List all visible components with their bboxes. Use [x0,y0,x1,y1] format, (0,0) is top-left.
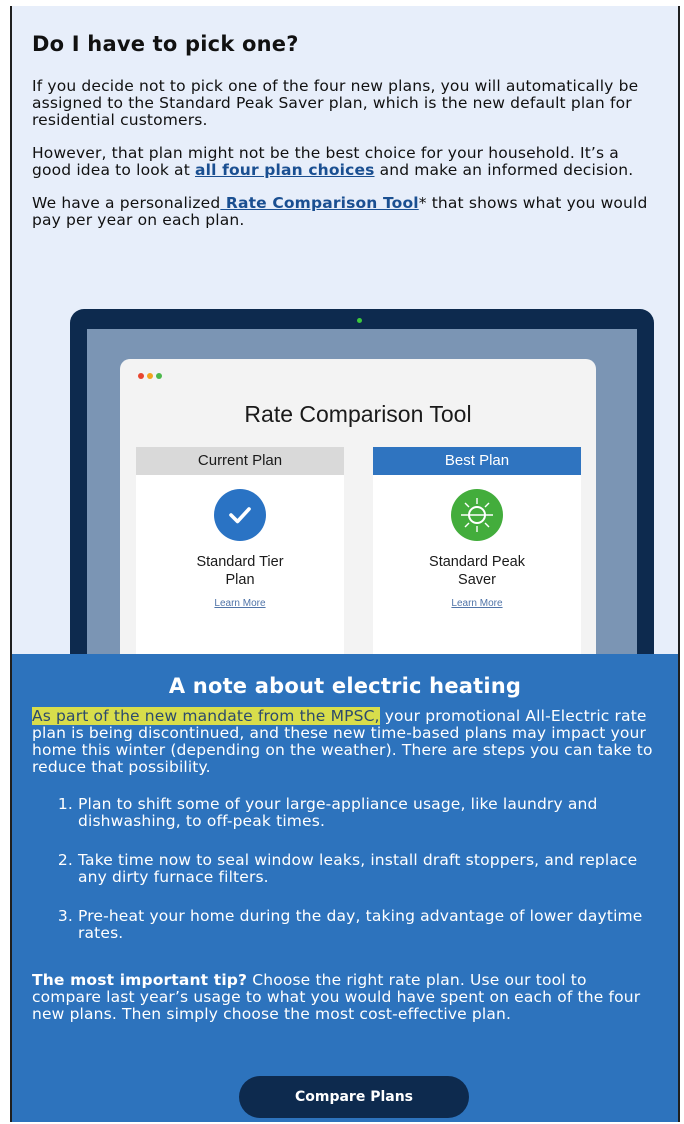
intro-paragraph-tool: We have a personalized Rate Comparison T… [32,195,658,229]
note-paragraph: As part of the new mandate from the MPSC… [32,707,658,776]
current-plan-name: Standard Tier Plan [136,553,344,589]
tool-window: Rate Comparison Tool Current Plan Standa… [120,359,596,687]
minimize-dot [147,373,153,379]
sun-snowflake-icon [451,489,503,541]
intro-paragraph-best-choice: However, that plan might not be the best… [32,145,658,179]
tips-list: Plan to shift some of your large-applian… [32,796,658,942]
list-item: Take time now to seal window leaks, inst… [78,852,658,886]
best-plan-card: Best Plan Standard Peak Saver Learn More [373,447,581,687]
email-content: Do I have to pick one? If you decide not… [10,6,680,1122]
para3-text: We have a personalized [32,194,221,212]
list-item: Plan to shift some of your large-applian… [78,796,658,830]
webcam-light [357,318,362,323]
all-plans-link[interactable]: all four plan choices [195,161,375,179]
checkmark-icon [214,489,266,541]
intro-paragraph-default-plan: If you decide not to pick one of the fou… [32,77,639,129]
best-plan-name-line2: Saver [458,572,496,588]
intro-section: Do I have to pick one? If you decide not… [12,6,678,229]
best-plan-name-line1: Standard Peak [429,554,525,570]
list-item: Pre-heat your home during the day, takin… [78,908,658,942]
current-plan-card: Current Plan Standard Tier Plan Learn Mo… [136,447,344,687]
rate-comparison-tool-link[interactable]: Rate Comparison Tool [220,194,419,212]
important-tip: The most important tip? Choose the right… [32,972,658,1023]
best-plan-learn-more-link[interactable]: Learn More [373,598,581,609]
electric-heating-note: A note about electric heating As part of… [12,654,678,1122]
close-dot [138,373,144,379]
intro-heading: Do I have to pick one? [32,32,299,56]
laptop-illustration: Rate Comparison Tool Current Plan Standa… [70,309,654,687]
maximize-dot [156,373,162,379]
tip-label: The most important tip? [32,971,248,989]
current-plan-learn-more-link[interactable]: Learn More [136,598,344,609]
tool-window-title: Rate Comparison Tool [244,401,472,427]
para2-text-end: and make an informed decision. [374,161,634,179]
current-plan-name-line2: Plan [225,572,255,588]
current-plan-header: Current Plan [136,447,344,475]
best-plan-header: Best Plan [373,447,581,475]
current-plan-name-line1: Standard Tier [196,554,284,570]
highlighted-text: As part of the new mandate from the MPSC… [32,707,380,725]
laptop-screen: Rate Comparison Tool Current Plan Standa… [87,329,637,687]
window-controls [138,373,162,379]
note-heading: A note about electric heating [168,674,522,698]
best-plan-name: Standard Peak Saver [373,553,581,589]
compare-plans-button[interactable]: Compare Plans [239,1076,469,1118]
